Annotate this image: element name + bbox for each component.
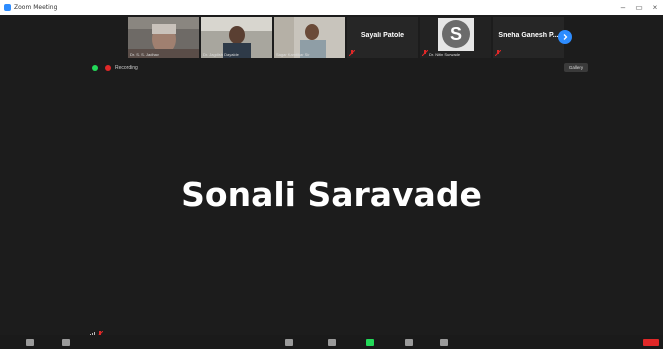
participant-name: Sagar Kamtikar Sir (276, 52, 310, 57)
mute-button[interactable] (26, 339, 34, 347)
participant-name: Sneha Ganesh P... (498, 32, 559, 39)
reactions-button[interactable] (440, 339, 448, 347)
video-button[interactable] (62, 339, 70, 347)
view-button[interactable]: Gallery (564, 63, 588, 72)
microphone-icon (26, 339, 34, 346)
share-screen-icon (366, 339, 374, 346)
window-title: Zoom Meeting (14, 4, 58, 11)
chevron-right-icon (563, 34, 568, 40)
record-button[interactable] (405, 339, 413, 347)
maximize-button[interactable]: ▭ (631, 0, 647, 15)
participant-tile[interactable]: Sneha Ganesh P... (493, 17, 564, 58)
window-titlebar: Zoom Meeting – ▭ × (0, 0, 663, 15)
shield-check-icon[interactable] (92, 65, 98, 71)
participants-icon (285, 339, 293, 346)
reactions-icon (440, 339, 448, 346)
gallery-strip: Dr. S. S. Jadhav Dr. Jagdish Dayalde Sag… (128, 17, 564, 58)
participants-button[interactable] (285, 339, 293, 347)
participant-tile[interactable]: Dr. S. S. Jadhav (128, 17, 199, 58)
chat-button[interactable] (328, 339, 336, 347)
status-indicators: Recording (92, 65, 138, 71)
muted-mic-icon (349, 50, 355, 56)
participant-tile[interactable]: Sagar Kamtikar Sir (274, 17, 345, 58)
meeting-area: Dr. S. S. Jadhav Dr. Jagdish Dayalde Sag… (0, 15, 663, 349)
leave-icon (643, 339, 659, 346)
recording-icon (105, 65, 111, 71)
video-camera-icon (62, 339, 70, 346)
next-page-button[interactable] (558, 30, 572, 44)
minimize-button[interactable]: – (615, 0, 631, 15)
participant-name: Dr. S. S. Jadhav (130, 52, 159, 57)
window-controls: – ▭ × (615, 0, 663, 15)
participant-tile[interactable]: S Dr. Nitin Surwade (420, 17, 491, 58)
avatar: S (442, 20, 470, 48)
participant-name: Dr. Jagdish Dayalde (203, 52, 239, 57)
share-screen-button[interactable] (366, 339, 374, 347)
meeting-toolbar (0, 335, 663, 349)
zoom-logo-icon (4, 4, 11, 11)
participant-name: Sayali Patole (360, 32, 405, 39)
muted-mic-icon (495, 50, 501, 56)
participant-name: Dr. Nitin Surwade (429, 52, 461, 57)
active-speaker-name: Sonali Saravade (181, 175, 482, 214)
chat-icon (328, 339, 336, 346)
muted-mic-icon (422, 50, 428, 56)
participant-tile[interactable]: Sayali Patole (347, 17, 418, 58)
close-button[interactable]: × (647, 0, 663, 15)
recording-label: Recording (115, 65, 138, 71)
record-icon (405, 339, 413, 346)
leave-button[interactable] (643, 339, 659, 347)
participant-tile[interactable]: Dr. Jagdish Dayalde (201, 17, 272, 58)
